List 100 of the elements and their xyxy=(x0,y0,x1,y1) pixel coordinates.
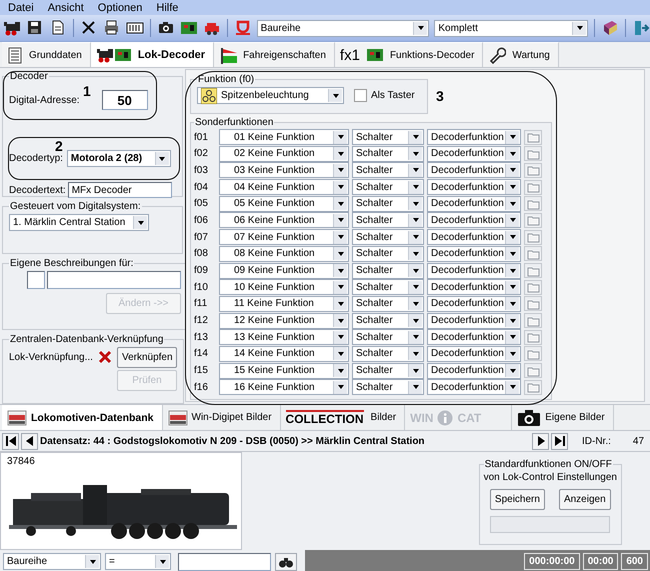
source-dropdown[interactable]: Decoderfunktion xyxy=(427,246,521,262)
caret-icon xyxy=(333,130,347,144)
input-field[interactable] xyxy=(47,271,181,290)
operator-dropdown[interactable]: = xyxy=(105,553,171,570)
mode-dropdown[interactable]: Schalter xyxy=(352,312,424,329)
mode-dropdown[interactable]: Schalter xyxy=(352,229,424,246)
source-dropdown[interactable]: Decoderfunktion xyxy=(427,312,521,329)
source-dropdown[interactable]: Decoderfunktion xyxy=(427,179,521,196)
mode-dropdown[interactable]: Schalter xyxy=(352,262,424,278)
tab[interactable]: Grunddaten xyxy=(2,42,91,67)
function-dropdown[interactable]: 15 Keine Funktion xyxy=(219,362,349,379)
view-dropdown[interactable]: Komplett xyxy=(434,20,588,36)
function-dropdown[interactable]: 09 Keine Funktion xyxy=(219,262,349,278)
tab[interactable]: Lok-Decoder xyxy=(90,42,214,67)
menu-item[interactable]: Ansicht xyxy=(48,2,84,14)
source-dropdown[interactable]: Decoderfunktion xyxy=(427,196,521,212)
save-button[interactable]: Speichern xyxy=(490,489,545,510)
printer-icon[interactable] xyxy=(102,19,121,37)
function-dropdown[interactable]: 12 Keine Funktion xyxy=(219,312,349,329)
mode-dropdown[interactable]: Schalter xyxy=(352,179,424,196)
first-button[interactable] xyxy=(2,432,19,450)
tab[interactable]: Fahreigenschaften xyxy=(214,42,335,67)
next-button[interactable] xyxy=(532,432,549,450)
function-dropdown[interactable]: 07 Keine Funktion xyxy=(219,229,349,246)
mode-dropdown[interactable]: Schalter xyxy=(352,279,424,296)
source-dropdown[interactable]: Decoderfunktion xyxy=(427,346,521,362)
source-dropdown[interactable]: Decoderfunktion xyxy=(427,362,521,379)
decoder-chip-icon xyxy=(366,46,384,64)
decoder-text-field[interactable]: MFx Decoder xyxy=(68,182,172,198)
caret-icon xyxy=(505,380,519,394)
link-button[interactable]: Verknüpfen xyxy=(116,346,177,368)
function-dropdown[interactable]: 11 Keine Funktion xyxy=(219,296,349,312)
search-field[interactable] xyxy=(178,552,271,570)
train-icon xyxy=(96,46,114,64)
search-button[interactable] xyxy=(275,552,297,570)
mode-dropdown[interactable]: Schalter xyxy=(352,296,424,312)
decoder-type-dropdown[interactable]: Motorola 2 (28) xyxy=(66,150,171,167)
push-checkbox[interactable]: Als Taster xyxy=(354,89,415,102)
mode-dropdown[interactable]: Schalter xyxy=(352,162,424,178)
source-dropdown[interactable]: Decoderfunktion xyxy=(427,329,521,346)
field-dropdown[interactable]: Baureihe xyxy=(3,553,101,570)
system-dropdown[interactable]: 1. Märklin Central Station xyxy=(9,214,149,231)
mode-dropdown[interactable]: Schalter xyxy=(352,146,424,162)
source-dropdown[interactable]: Decoderfunktion xyxy=(427,162,521,178)
function-dropdown[interactable]: 08 Keine Funktion xyxy=(219,246,349,262)
source-dropdown[interactable]: Decoderfunktion xyxy=(427,279,521,296)
tab-label: Fahreigenschaften xyxy=(243,50,326,60)
source-dropdown[interactable]: Decoderfunktion xyxy=(427,229,521,246)
flag-icon xyxy=(219,46,238,64)
function-key: f01 xyxy=(194,132,216,142)
tab[interactable]: Wartung xyxy=(483,42,559,67)
address-field[interactable]: 50 xyxy=(102,90,148,110)
caret-icon xyxy=(408,214,422,227)
source-dropdown[interactable]: Decoderfunktion xyxy=(427,379,521,396)
tab-label: Eigene Bilder xyxy=(545,412,605,423)
series-dropdown[interactable]: Baureihe xyxy=(256,20,430,36)
mode-dropdown[interactable]: Schalter xyxy=(352,379,424,396)
function-dropdown[interactable]: Spitzenbeleuchtung xyxy=(197,87,344,104)
mode-dropdown[interactable]: Schalter xyxy=(352,212,424,228)
mode-dropdown[interactable]: Schalter xyxy=(352,196,424,212)
caret-icon xyxy=(408,330,422,344)
decoder-chip-icon[interactable] xyxy=(180,19,198,37)
mode-dropdown[interactable]: Schalter xyxy=(352,329,424,346)
mode-dropdown[interactable]: Schalter xyxy=(352,246,424,262)
show-button[interactable]: Anzeigen xyxy=(558,489,611,510)
last-button[interactable] xyxy=(551,432,568,450)
source-dropdown[interactable]: Decoderfunktion xyxy=(427,262,521,278)
input-field[interactable] xyxy=(27,271,45,290)
function-dropdown[interactable]: 10 Keine Funktion xyxy=(219,279,349,296)
function-dropdown[interactable]: 01 Keine Funktion xyxy=(219,129,349,145)
mode-dropdown[interactable]: Schalter xyxy=(352,362,424,379)
mode-dropdown[interactable]: Schalter xyxy=(352,129,424,145)
source-dropdown[interactable]: Decoderfunktion xyxy=(427,296,521,312)
menu-item[interactable]: Hilfe xyxy=(156,2,178,14)
source-dropdown[interactable]: Decoderfunktion xyxy=(427,129,521,145)
menu-item[interactable]: Optionen xyxy=(98,2,142,14)
function-dropdown[interactable]: 14 Keine Funktion xyxy=(219,346,349,362)
function-dropdown[interactable]: 13 Keine Funktion xyxy=(219,329,349,346)
item-number: 37846 xyxy=(7,456,35,467)
save-icon[interactable] xyxy=(26,19,44,37)
magnet-icon[interactable] xyxy=(234,19,252,37)
tab[interactable]: Lokomotiven-Datenbank xyxy=(2,405,163,430)
function-dropdown[interactable]: 16 Keine Funktion xyxy=(219,379,349,396)
menu-item[interactable]: Datei xyxy=(8,2,34,14)
id-value: 47 xyxy=(632,436,644,446)
function-dropdown[interactable]: 02 Keine Funktion xyxy=(219,146,349,162)
source-dropdown[interactable]: Decoderfunktion xyxy=(427,146,521,162)
source-dropdown[interactable]: Decoderfunktion xyxy=(427,212,521,228)
function-dropdown[interactable]: 06 Keine Funktion xyxy=(219,212,349,228)
mode-dropdown[interactable]: Schalter xyxy=(352,346,424,362)
function-key: f06 xyxy=(194,214,216,226)
caret-icon xyxy=(408,247,422,260)
caret-icon xyxy=(333,314,347,328)
function-dropdown[interactable]: 04 Keine Funktion xyxy=(219,179,349,196)
function-dropdown[interactable]: 05 Keine Funktion xyxy=(219,196,349,212)
function-key: f05 xyxy=(194,198,216,210)
tab[interactable]: fx1 Funktions-Decoder xyxy=(334,42,484,67)
train-icon[interactable] xyxy=(3,19,21,37)
previous-button[interactable] xyxy=(21,432,38,450)
function-dropdown[interactable]: 03 Keine Funktion xyxy=(219,162,349,178)
